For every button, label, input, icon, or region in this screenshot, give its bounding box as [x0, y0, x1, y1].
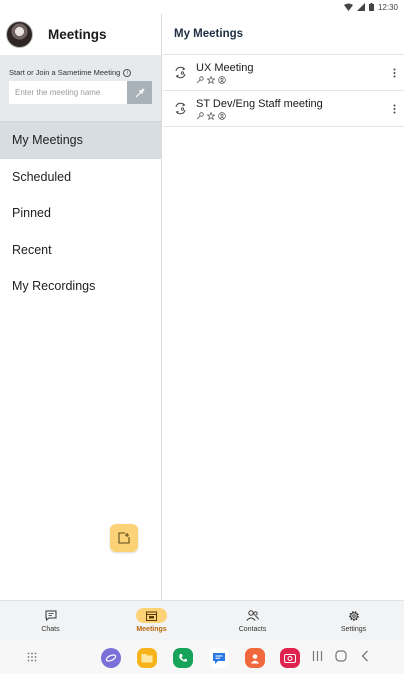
user-circle-icon [218, 111, 226, 120]
nav-item-scheduled[interactable]: Scheduled [0, 159, 161, 196]
meeting-icon-cell [163, 102, 196, 115]
join-meeting-panel: Start or Join a Sametime Meeting i [0, 55, 161, 122]
more-options-icon[interactable] [384, 104, 404, 114]
meeting-name-input[interactable] [9, 81, 127, 104]
meeting-body: ST Dev/Eng Staff meeting [196, 98, 384, 120]
tab-label: Contacts [238, 626, 267, 633]
meetings-nav: My Meetings Scheduled Pinned Recent My R… [0, 122, 161, 305]
gear-icon [348, 608, 360, 623]
nav-item-pinned[interactable]: Pinned [0, 195, 161, 232]
phone-app-icon[interactable] [173, 648, 193, 668]
status-bar: 12:30 [0, 0, 404, 14]
meeting-badges [196, 111, 384, 120]
tab-label: Settings [340, 626, 367, 633]
meeting-row[interactable]: UX Meeting [163, 55, 404, 91]
tab-meetings[interactable]: Meetings [101, 601, 202, 640]
tab-chats[interactable]: Chats [0, 601, 101, 640]
nav-item-my-recordings[interactable]: My Recordings [0, 268, 161, 305]
back-button-icon[interactable] [360, 650, 370, 662]
nav-item-my-meetings[interactable]: My Meetings [0, 122, 161, 159]
add-meeting-icon [118, 532, 130, 544]
page-title: Meetings [48, 27, 107, 42]
meeting-room-icon [175, 102, 186, 115]
sidebar-header: Meetings [0, 14, 161, 55]
meeting-room-icon [175, 66, 186, 79]
star-icon[interactable] [207, 75, 215, 84]
join-arrow-icon [135, 87, 145, 97]
app-drawer-icon[interactable] [27, 652, 37, 662]
main-title: My Meetings [163, 14, 404, 55]
recents-button-icon[interactable] [312, 650, 323, 662]
nav-item-recent[interactable]: Recent [0, 232, 161, 269]
meetings-icon [136, 608, 167, 623]
star-icon[interactable] [207, 111, 215, 120]
tab-settings[interactable]: Settings [303, 601, 404, 640]
meeting-icon-cell [163, 66, 196, 79]
join-label-row: Start or Join a Sametime Meeting i [9, 68, 152, 77]
key-icon [196, 75, 204, 83]
messages-app-icon[interactable] [209, 648, 229, 668]
tab-label: Chats [41, 626, 60, 633]
more-options-icon[interactable] [384, 68, 404, 78]
info-icon[interactable]: i [123, 68, 132, 77]
bottom-tab-bar: Chats Meetings Contacts Settings [0, 600, 404, 640]
home-button-icon[interactable] [335, 650, 347, 662]
tab-contacts[interactable]: Contacts [202, 601, 303, 640]
new-meeting-button[interactable] [110, 524, 138, 552]
android-system-bar [0, 640, 404, 674]
meeting-body: UX Meeting [196, 62, 384, 84]
contacts-app-icon[interactable] [245, 648, 265, 668]
camera-app-icon[interactable] [280, 648, 300, 668]
meeting-name: ST Dev/Eng Staff meeting [196, 97, 323, 110]
signal-icon [356, 3, 365, 11]
meeting-badges [196, 75, 384, 84]
meetings-sidebar: Meetings Start or Join a Sametime Meetin… [0, 14, 162, 600]
join-meeting-label: Start or Join a Sametime Meeting [9, 68, 121, 77]
status-time: 12:30 [377, 2, 398, 12]
folder-app-icon[interactable] [137, 648, 157, 668]
key-icon [196, 111, 204, 119]
meetings-main: My Meetings UX Meeting ST Dev/Eng Staff … [163, 14, 404, 600]
tab-label: Meetings [136, 626, 167, 633]
avatar[interactable] [6, 21, 33, 48]
join-row [9, 81, 152, 104]
chat-icon [45, 608, 57, 623]
meeting-row[interactable]: ST Dev/Eng Staff meeting [163, 91, 404, 127]
battery-icon [368, 3, 374, 11]
contacts-icon [246, 608, 259, 623]
browser-app-icon[interactable] [101, 648, 121, 668]
meeting-name: UX Meeting [196, 61, 254, 74]
wifi-icon [343, 3, 353, 11]
user-circle-icon [218, 75, 226, 84]
join-meeting-button[interactable] [127, 81, 152, 104]
